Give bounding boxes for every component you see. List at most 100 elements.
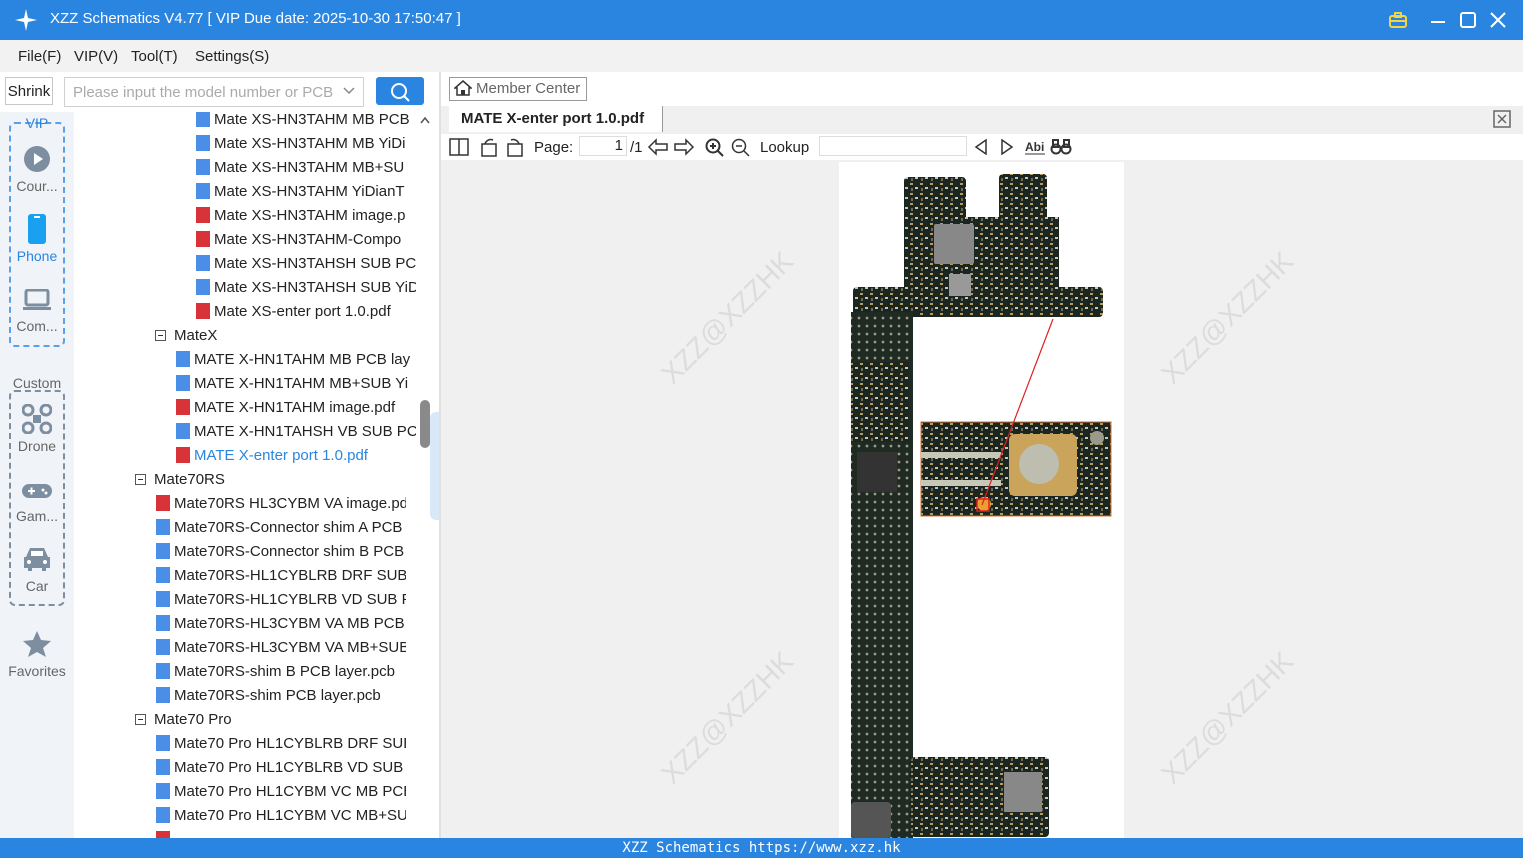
tree-item-selected[interactable]: MATE X-enter port 1.0.pdf: [176, 444, 416, 468]
match-case-icon[interactable]: Abi: [1024, 138, 1046, 156]
pcb-file-icon: [156, 687, 170, 703]
strip-game[interactable]: Gam...: [0, 508, 74, 524]
pcb-file-icon: [156, 663, 170, 679]
shrink-button[interactable]: Shrink: [5, 77, 53, 105]
tree-folder[interactable]: Mate70RS: [135, 468, 416, 492]
rotate-left-icon[interactable]: [479, 137, 499, 157]
tree-item[interactable]: Mate XS-HN3TAHM MB+SU: [196, 156, 416, 180]
pcb-file-icon: [156, 639, 170, 655]
car-icon[interactable]: [22, 546, 52, 576]
briefcase-icon[interactable]: [1386, 8, 1410, 32]
pcb-board-image: [851, 174, 1112, 838]
tab-document[interactable]: MATE X-enter port 1.0.pdf: [449, 106, 663, 132]
scroll-up-icon[interactable]: [420, 116, 430, 124]
strip-phone[interactable]: Phone: [0, 248, 74, 264]
zoom-out-icon[interactable]: [731, 138, 751, 158]
strip-drone[interactable]: Drone: [0, 438, 74, 454]
tree-item[interactable]: Mate70RS-HL1CYBLRB DRF SUB PC: [156, 564, 406, 588]
drone-icon[interactable]: [21, 403, 53, 438]
tree-item[interactable]: Mate70RS-Connector shim B PCB l: [156, 540, 406, 564]
collapse-icon[interactable]: [155, 330, 166, 341]
arrow-left-icon[interactable]: [647, 138, 669, 156]
tree-item[interactable]: Mate70RS-shim B PCB layer.pcb: [156, 660, 406, 684]
tree-item[interactable]: MATE X-HN1TAHSH VB SUB PC: [176, 420, 416, 444]
strip-course[interactable]: Cour...: [0, 178, 74, 194]
find-next-icon[interactable]: [1000, 139, 1014, 155]
tree-item[interactable]: Mate XS-HN3TAHM MB PCB: [196, 112, 416, 132]
strip-computer[interactable]: Com...: [0, 318, 74, 334]
search-placeholder: Please input the model number or PCB: [73, 84, 334, 101]
tree-item[interactable]: Mate70RS-HL3CYBM VA MB+SUB: [156, 636, 406, 660]
tree-item[interactable]: Mate70 Pro HL1CYBLRB VD SUB P(: [156, 756, 406, 780]
star-icon[interactable]: [22, 630, 52, 662]
chevron-down-icon[interactable]: [343, 87, 355, 95]
gamepad-icon[interactable]: [22, 482, 52, 504]
pdf-file-icon: [196, 207, 210, 223]
svg-text:Abi: Abi: [1025, 140, 1044, 154]
strip-car[interactable]: Car: [0, 578, 74, 594]
tree-item[interactable]: Mate XS-HN3TAHSH SUB PC: [196, 252, 416, 276]
strip-favorites[interactable]: Favorites: [0, 663, 74, 679]
search-input[interactable]: Please input the model number or PCB: [64, 77, 364, 107]
menu-file[interactable]: File(F): [18, 48, 61, 65]
app-logo-icon: [15, 9, 37, 31]
laptop-icon[interactable]: [23, 288, 51, 315]
pcb-file-icon: [196, 112, 210, 127]
maximize-button[interactable]: [1456, 8, 1480, 32]
custom-label: Custom: [12, 375, 62, 391]
tree-item[interactable]: Mate70RS-shim PCB layer.pcb: [156, 684, 406, 708]
tree-folder[interactable]: MateX: [155, 324, 416, 348]
tree-item[interactable]: MATE X-HN1TAHM MB+SUB Yi: [176, 372, 416, 396]
pdf-file-icon: [156, 495, 170, 511]
pcb-file-icon: [196, 135, 210, 151]
menu-tool[interactable]: Tool(T): [131, 48, 178, 65]
tree-item[interactable]: Mate XS-HN3TAHSH SUB YiD: [196, 276, 416, 300]
menu-settings[interactable]: Settings(S): [195, 48, 269, 65]
pcb-file-icon: [156, 783, 170, 799]
tree-item[interactable]: Mate70 Pro HL1CYBLRB DRF SUB F: [156, 732, 406, 756]
tree-item[interactable]: Mate70RS-HL1CYBLRB VD SUB PCI: [156, 588, 406, 612]
tree-item[interactable]: Mate70RS HL3CYBM VA image.pdf: [156, 492, 406, 516]
close-button[interactable]: [1486, 8, 1510, 32]
sidebar-toggle-icon[interactable]: [449, 137, 469, 157]
model-tree: Mate XS-HN3TAHM MB PCB Mate XS-HN3TAHM M…: [76, 112, 416, 838]
minimize-button[interactable]: [1426, 8, 1450, 32]
tree-item[interactable]: Mate70RS-HL3CYBM VA MB PCB la: [156, 612, 406, 636]
collapse-icon[interactable]: [135, 714, 146, 725]
pdf-page[interactable]: [839, 162, 1124, 838]
tree-item[interactable]: Mate70RS-Connector shim A PCB l: [156, 516, 406, 540]
tree-item[interactable]: Mate70 Pro HL1CYBM VC MB PCB: [156, 780, 406, 804]
tree-folder[interactable]: Mate70 Pro: [135, 708, 416, 732]
search-button[interactable]: [376, 77, 424, 105]
pcb-file-icon: [176, 375, 190, 391]
tree-item[interactable]: MATE X-HN1TAHM image.pdf: [176, 396, 416, 420]
tree-item[interactable]: Mate XS-enter port 1.0.pdf: [196, 300, 416, 324]
scroll-thumb[interactable]: [420, 400, 430, 448]
tree-item[interactable]: Mate XS-HN3TAHM-Compo: [196, 228, 416, 252]
lookup-input[interactable]: [819, 136, 967, 156]
phone-icon[interactable]: [28, 214, 46, 248]
tree-item[interactable]: Mate XS-HN3TAHM YiDianT: [196, 180, 416, 204]
menu-vip[interactable]: VIP(V): [74, 48, 118, 65]
window-title: XZZ Schematics V4.77 [ VIP Due date: 202…: [50, 10, 461, 27]
tree-item[interactable]: Mate XS-HN3TAHM MB YiDi: [196, 132, 416, 156]
pcb-file-icon: [196, 159, 210, 175]
member-center-button[interactable]: Member Center: [449, 77, 587, 101]
pcb-file-icon: [156, 519, 170, 535]
zoom-in-icon[interactable]: [705, 138, 725, 158]
find-prev-icon[interactable]: [974, 139, 988, 155]
tree-item-partial[interactable]: [156, 828, 406, 838]
arrow-right-icon[interactable]: [673, 138, 695, 156]
collapse-icon[interactable]: [135, 474, 146, 485]
play-icon[interactable]: [23, 145, 51, 177]
binoculars-icon[interactable]: [1050, 138, 1072, 156]
pcb-file-icon: [196, 183, 210, 199]
pcb-file-icon: [196, 279, 210, 295]
close-tab-icon[interactable]: [1493, 110, 1511, 128]
tree-item[interactable]: MATE X-HN1TAHM MB PCB lay: [176, 348, 416, 372]
rotate-right-icon[interactable]: [505, 137, 525, 157]
tree-item[interactable]: Mate XS-HN3TAHM image.p: [196, 204, 416, 228]
tree-item[interactable]: Mate70 Pro HL1CYBM VC MB+SUE: [156, 804, 406, 828]
page-input[interactable]: 1: [579, 136, 627, 156]
doc-header: [441, 72, 1523, 107]
